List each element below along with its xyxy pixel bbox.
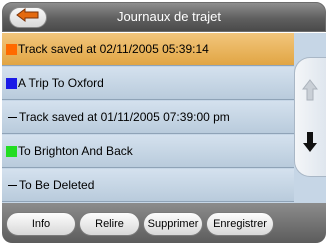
track-logs-screen: Journaux de trajet Track saved at 02/11/… <box>0 0 328 245</box>
arrow-down-icon <box>302 131 318 158</box>
list-item[interactable]: To Brighton And Back <box>2 135 294 168</box>
color-swatch <box>6 145 17 157</box>
back-button[interactable] <box>9 7 47 28</box>
info-button[interactable]: Info <box>6 212 76 236</box>
delete-button[interactable]: Supprimer <box>143 212 203 236</box>
dash-marker <box>8 184 17 186</box>
list-item[interactable]: To Be Deleted <box>2 169 294 202</box>
arrow-up-icon <box>301 78 319 106</box>
list-item-label: To Brighton And Back <box>18 144 133 158</box>
list-item[interactable]: A Trip To Oxford <box>2 67 294 100</box>
page-title: Journaux de trajet <box>116 9 222 24</box>
track-list: Track saved at 02/11/2005 05:39:14 A Tri… <box>2 33 294 203</box>
scroll-up-button[interactable] <box>300 78 320 106</box>
scroll-down-button[interactable] <box>300 131 320 157</box>
color-swatch <box>6 43 17 55</box>
title-bar: Journaux de trajet <box>2 2 326 32</box>
scrollbar[interactable] <box>294 33 326 203</box>
back-arrow-icon <box>16 8 40 27</box>
list-item-label: Track saved at 02/11/2005 05:39:14 <box>18 42 209 56</box>
dash-marker <box>8 116 17 118</box>
list-item[interactable]: Track saved at 01/11/2005 07:39:00 pm <box>2 101 294 134</box>
list-item-label: Track saved at 01/11/2005 07:39:00 pm <box>19 110 230 124</box>
button-bar: Info Relire Supprimer Enregistrer <box>2 203 326 243</box>
scroll-panel <box>294 57 326 177</box>
replay-button[interactable]: Relire <box>79 212 140 236</box>
save-button[interactable]: Enregistrer <box>206 212 274 236</box>
list-item[interactable]: Track saved at 02/11/2005 05:39:14 <box>2 33 294 66</box>
list-item-label: A Trip To Oxford <box>18 76 104 90</box>
list-item-label: To Be Deleted <box>19 178 95 192</box>
color-swatch <box>6 77 17 89</box>
